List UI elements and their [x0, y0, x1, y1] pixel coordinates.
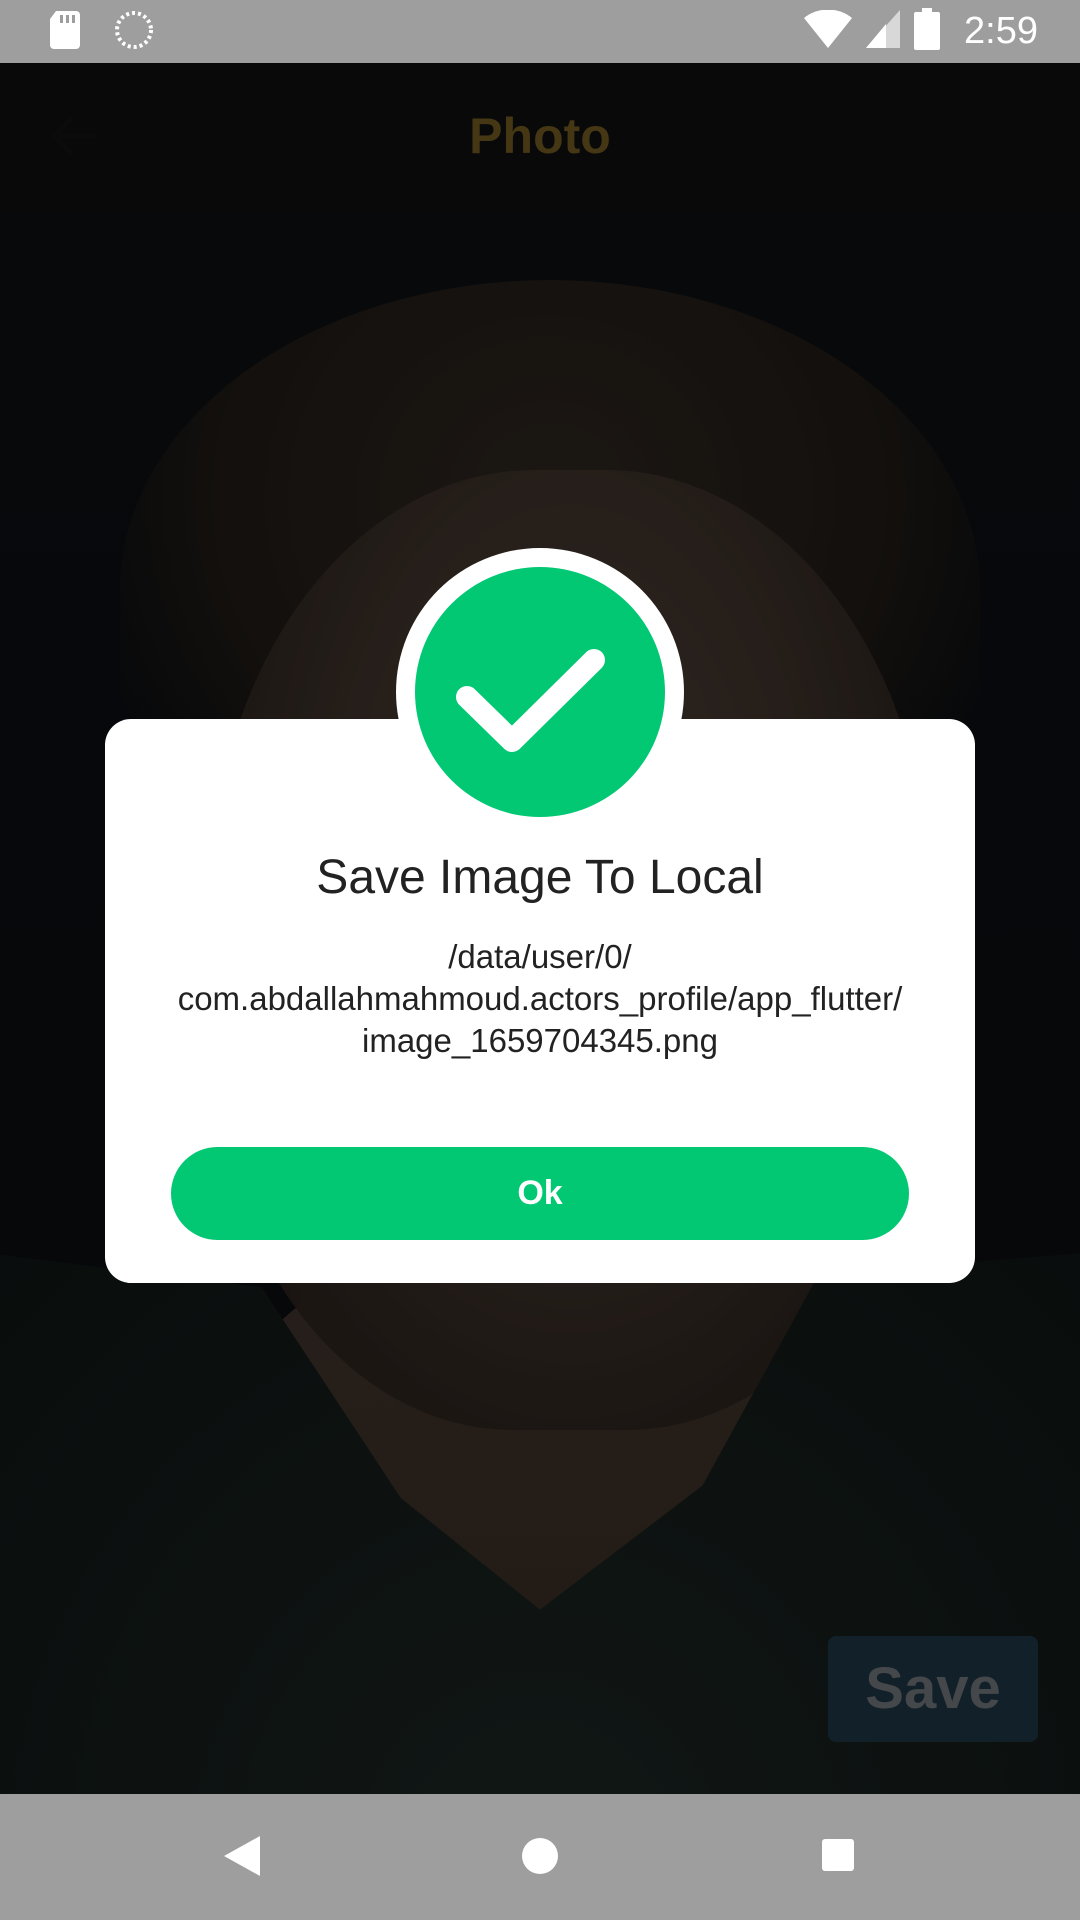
status-right-icons: 2:59 — [804, 8, 1038, 55]
nav-recents-icon[interactable] — [822, 1839, 854, 1871]
nav-back-icon[interactable] — [224, 1836, 260, 1876]
status-bar: 2:59 — [0, 0, 1080, 63]
status-left-icons — [50, 10, 154, 55]
sync-icon — [114, 10, 154, 55]
navigation-bar — [0, 1794, 1080, 1920]
signal-icon — [866, 10, 901, 53]
status-time: 2:59 — [964, 10, 1038, 52]
sd-card-icon — [50, 11, 82, 54]
nav-home-icon[interactable] — [522, 1838, 558, 1874]
dialog-title: Save Image To Local — [316, 851, 764, 904]
dialog-message-line: /data/user/0/ — [448, 938, 632, 975]
dialog-message: /data/user/0/ com.abdallahmahmoud.actors… — [115, 936, 965, 1062]
check-badge — [415, 567, 665, 817]
ok-button[interactable]: Ok — [171, 1147, 909, 1240]
check-icon — [456, 649, 605, 752]
dialog-message-line: com.abdallahmahmoud.actors_profile/app_f… — [177, 980, 903, 1017]
battery-icon — [914, 8, 941, 55]
dialog-message-line: image_1659704345.png — [362, 1022, 718, 1059]
wifi-icon — [804, 9, 853, 53]
